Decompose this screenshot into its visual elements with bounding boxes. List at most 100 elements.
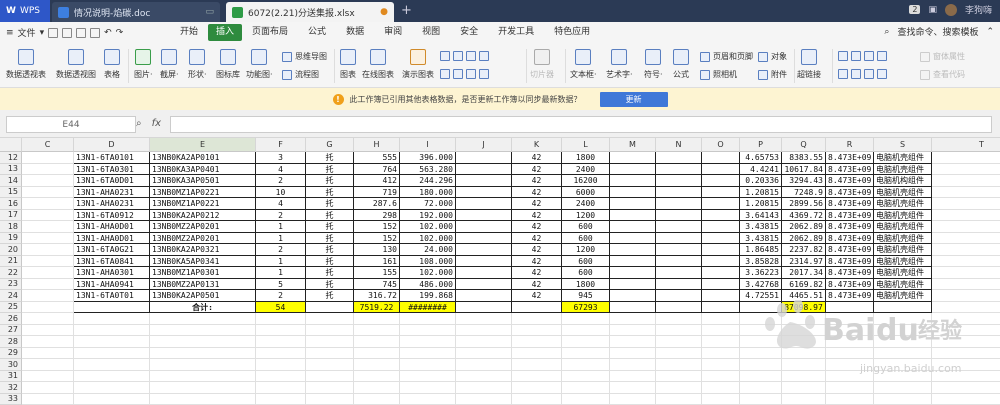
cell-d15[interactable]: 13N1-AHA0231 [74,187,150,199]
cell-o33[interactable] [702,394,740,405]
cell-d23[interactable]: 13N1-AHA0941 [74,279,150,291]
cell-i29[interactable] [400,348,456,360]
cell-g30[interactable] [306,359,354,371]
screenshot-button[interactable]: 截屏· [160,49,179,80]
cell-h33[interactable] [354,394,400,405]
cell-i24[interactable]: 199.868 [400,290,456,302]
cell-g32[interactable] [306,382,354,394]
column-header-o[interactable]: O [702,138,740,152]
cell-g12[interactable]: 托 [306,152,354,164]
cell-n25[interactable] [656,302,702,314]
update-button[interactable]: 更新 [600,92,668,107]
cell-l16[interactable]: 2400 [562,198,610,210]
cell-t14[interactable] [932,175,1000,187]
chart-type-gallery[interactable] [440,51,489,61]
cell-o25[interactable] [702,302,740,314]
cell-j17[interactable] [456,210,512,222]
cell-k31[interactable] [512,371,562,383]
row-header[interactable]: 31 [0,371,22,383]
cell-k14[interactable]: 42 [512,175,562,187]
cell-s20[interactable]: 电脑机壳组件 [874,244,932,256]
cell-m31[interactable] [610,371,656,383]
cell-s16[interactable]: 电脑机壳组件 [874,198,932,210]
cell-f18[interactable]: 1 [256,221,306,233]
cell-t23[interactable] [932,279,1000,291]
cell-l30[interactable] [562,359,610,371]
cell-n15[interactable] [656,187,702,199]
cell-e21[interactable]: 13NB0KA5AP0341 [150,256,256,268]
cell-d31[interactable] [74,371,150,383]
cell-j33[interactable] [456,394,512,405]
cell-o14[interactable] [702,175,740,187]
cell-k17[interactable]: 42 [512,210,562,222]
cell-g31[interactable] [306,371,354,383]
cell-t33[interactable] [932,394,1000,405]
cell-j22[interactable] [456,267,512,279]
row-header[interactable]: 12 [0,152,22,164]
cell-d13[interactable]: 13N1-6TA0301 [74,164,150,176]
print-icon[interactable] [76,28,86,38]
cell-r18[interactable]: 8.473E+09 [826,221,874,233]
cell-r15[interactable]: 8.473E+09 [826,187,874,199]
cell-g23[interactable]: 托 [306,279,354,291]
cell-g19[interactable]: 托 [306,233,354,245]
cell-e19[interactable]: 13NB0MZ2AP0201 [150,233,256,245]
cell-h25[interactable]: 7519.22 [354,302,400,314]
cell-m24[interactable] [610,290,656,302]
cell-l13[interactable]: 2400 [562,164,610,176]
cell-j31[interactable] [456,371,512,383]
cell-d29[interactable] [74,348,150,360]
cell-m13[interactable] [610,164,656,176]
form-controls-row2[interactable] [838,69,887,79]
cell-r13[interactable]: 8.473E+09 [826,164,874,176]
column-header-l[interactable]: L [562,138,610,152]
cell-r19[interactable]: 8.473E+09 [826,233,874,245]
cell-o12[interactable] [702,152,740,164]
cell-s23[interactable]: 电脑机壳组件 [874,279,932,291]
cell-n14[interactable] [656,175,702,187]
cell-p15[interactable]: 1.20815 [740,187,782,199]
cell-j16[interactable] [456,198,512,210]
row-header[interactable]: 15 [0,187,22,199]
cell-i20[interactable]: 24.000 [400,244,456,256]
cell-p23[interactable]: 3.42768 [740,279,782,291]
cell-n26[interactable] [656,313,702,325]
cell-l33[interactable] [562,394,610,405]
slicer-button[interactable]: 切片器 [530,49,554,80]
cell-o21[interactable] [702,256,740,268]
cell-r20[interactable]: 8.473E+09 [826,244,874,256]
cell-h21[interactable]: 161 [354,256,400,268]
cell-h24[interactable]: 316.72 [354,290,400,302]
cell-k26[interactable] [512,313,562,325]
cell-d16[interactable]: 13N1-AHA0231 [74,198,150,210]
cell-f30[interactable] [256,359,306,371]
cell-f15[interactable]: 10 [256,187,306,199]
hyperlink-button[interactable]: 超链接 [797,49,821,80]
cell-e15[interactable]: 13NB0MZ1AP0221 [150,187,256,199]
menu-home[interactable]: 开始 [170,22,208,43]
cell-k24[interactable]: 42 [512,290,562,302]
cell-f31[interactable] [256,371,306,383]
cell-q32[interactable] [782,382,826,394]
column-header-t[interactable]: T [932,138,1000,152]
row-header[interactable]: 25 [0,302,22,314]
cell-c14[interactable] [22,175,74,187]
cell-d21[interactable]: 13N1-6TA0841 [74,256,150,268]
cell-h31[interactable] [354,371,400,383]
cell-s32[interactable] [874,382,932,394]
row-header[interactable]: 14 [0,175,22,187]
cell-t19[interactable] [932,233,1000,245]
cell-o22[interactable] [702,267,740,279]
cell-f14[interactable]: 2 [256,175,306,187]
cell-o26[interactable] [702,313,740,325]
cell-t18[interactable] [932,221,1000,233]
cell-c15[interactable] [22,187,74,199]
cell-c27[interactable] [22,325,74,337]
cell-f26[interactable] [256,313,306,325]
cell-h29[interactable] [354,348,400,360]
cell-l29[interactable] [562,348,610,360]
cell-e25[interactable]: 合计: [150,302,256,314]
document-tab-xlsx[interactable]: 6072(2.21)分送集报.xlsx ● [226,2,394,22]
cell-c25[interactable] [22,302,74,314]
cell-l27[interactable] [562,325,610,337]
